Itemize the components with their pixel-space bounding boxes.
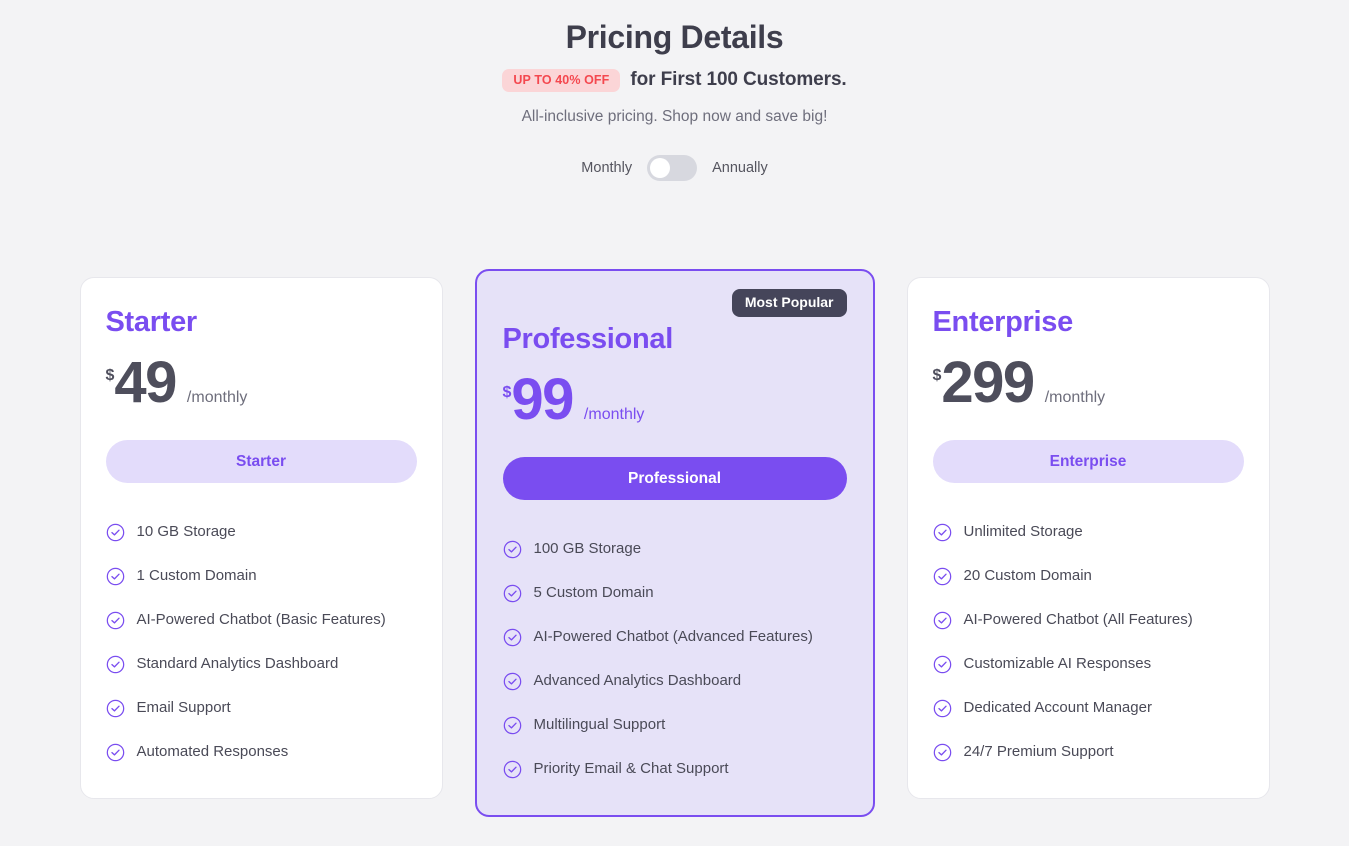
feature-label: 100 GB Storage (533, 540, 642, 557)
feature-item: Unlimited Storage (933, 510, 1244, 554)
feature-list: 10 GB Storage 1 Custom Domain AI-Powered C… (106, 510, 417, 774)
check-circle-icon (933, 699, 951, 717)
pricing-header: Pricing Details UP TO 40% OFF for First … (0, 0, 1349, 181)
most-popular-badge: Most Popular (731, 289, 847, 317)
feature-list: Unlimited Storage 20 Custom Domain AI-Powe… (933, 510, 1244, 774)
plan-name: Enterprise (932, 306, 1074, 338)
check-circle-icon (503, 628, 521, 646)
tagline: All-inclusive pricing. Shop now and save… (521, 108, 828, 125)
toggle-label-annually: Annually (712, 160, 768, 176)
feature-item: Standard Analytics Dashboard (106, 642, 417, 686)
plan-cta-button[interactable]: Starter (105, 440, 417, 483)
billing-period: /monthly (186, 389, 248, 406)
plan-name: Starter (105, 306, 198, 338)
discount-badge: UP TO 40% OFF (502, 68, 621, 92)
feature-item: 1 Custom Domain (106, 554, 417, 598)
subtitle-row: UP TO 40% OFF for First 100 Customers. (0, 68, 1349, 92)
check-circle-icon (503, 760, 521, 778)
currency-symbol: $ (502, 384, 512, 401)
feature-item: 5 Custom Domain (503, 571, 847, 615)
feature-item: Customizable AI Responses (933, 642, 1244, 686)
feature-label: Multilingual Support (533, 716, 666, 733)
plan-cta-button[interactable]: Enterprise (932, 440, 1244, 483)
currency-symbol: $ (932, 367, 942, 384)
feature-label: Email Support (136, 699, 231, 716)
feature-item: AI-Powered Chatbot (Basic Features) (106, 598, 417, 642)
check-circle-icon (933, 655, 951, 673)
feature-label: 24/7 Premium Support (963, 743, 1114, 760)
check-circle-icon (503, 584, 521, 602)
toggle-knob (650, 158, 671, 178)
feature-item: Priority Email & Chat Support (503, 747, 847, 791)
check-circle-icon (933, 523, 951, 541)
feature-item: AI-Powered Chatbot (Advanced Features) (503, 615, 847, 659)
pricing-card-enterprise: Enterprise $299/monthly Enterprise Unlimite… (906, 277, 1270, 799)
feature-item: Advanced Analytics Dashboard (503, 659, 847, 703)
feature-item: Dedicated Account Manager (933, 686, 1244, 730)
price-row: $49/monthly (106, 354, 417, 412)
feature-item: 10 GB Storage (106, 510, 417, 554)
feature-label: Unlimited Storage (963, 523, 1083, 540)
badge-wrap: Most Popular (503, 289, 847, 317)
check-circle-icon (106, 655, 124, 673)
feature-item: 20 Custom Domain (933, 554, 1244, 598)
billing-toggle-row: Monthly Annually (0, 155, 1349, 181)
check-circle-icon (933, 743, 951, 761)
check-circle-icon (106, 523, 124, 541)
check-circle-icon (933, 567, 951, 585)
billing-period: /monthly (583, 406, 645, 423)
feature-label: Customizable AI Responses (963, 655, 1152, 672)
toggle-label-monthly: Monthly (581, 160, 633, 176)
check-circle-icon (933, 611, 951, 629)
feature-label: 5 Custom Domain (533, 584, 654, 601)
plan-name: Professional (502, 323, 674, 355)
pricing-card-starter: Starter $49/monthly Starter 10 GB Storage 1 … (79, 277, 443, 799)
feature-label: AI-Powered Chatbot (Advanced Features) (533, 628, 813, 645)
feature-item: AI-Powered Chatbot (All Features) (933, 598, 1244, 642)
check-circle-icon (106, 699, 124, 717)
plan-cta-button[interactable]: Professional (502, 457, 847, 500)
feature-label: AI-Powered Chatbot (All Features) (963, 611, 1193, 628)
billing-period: /monthly (1044, 389, 1106, 406)
pricing-page: Pricing Details UP TO 40% OFF for First … (0, 0, 1349, 846)
pricing-cards: Starter $49/monthly Starter 10 GB Storage 1 … (0, 269, 1349, 817)
check-circle-icon (503, 716, 521, 734)
feature-label: Standard Analytics Dashboard (136, 655, 339, 672)
feature-item: Automated Responses (106, 730, 417, 774)
check-circle-icon (106, 743, 124, 761)
check-circle-icon (106, 611, 124, 629)
price-row: $299/monthly (933, 354, 1244, 412)
feature-label: 20 Custom Domain (963, 567, 1092, 584)
billing-toggle-switch[interactable] (647, 155, 698, 181)
check-circle-icon (503, 672, 521, 690)
feature-item: 100 GB Storage (503, 527, 847, 571)
feature-label: Dedicated Account Manager (963, 699, 1152, 716)
feature-list: 100 GB Storage 5 Custom Domain AI-Powered … (503, 527, 847, 791)
currency-symbol: $ (105, 367, 115, 384)
feature-label: Advanced Analytics Dashboard (533, 672, 742, 689)
price-amount: 299 (941, 350, 1035, 415)
check-circle-icon (503, 540, 521, 558)
price-row: $99/monthly (503, 371, 847, 429)
pricing-card-professional: Most Popular Professional $99/monthly Profe… (474, 269, 875, 817)
feature-label: Automated Responses (136, 743, 289, 760)
page-title: Pricing Details (565, 19, 784, 55)
feature-label: AI-Powered Chatbot (Basic Features) (136, 611, 386, 628)
feature-label: 10 GB Storage (136, 523, 236, 540)
price-amount: 49 (114, 350, 177, 415)
subtitle-text: for First 100 Customers. (630, 69, 847, 90)
feature-item: Email Support (106, 686, 417, 730)
check-circle-icon (106, 567, 124, 585)
feature-label: 1 Custom Domain (136, 567, 257, 584)
feature-item: 24/7 Premium Support (933, 730, 1244, 774)
feature-item: Multilingual Support (503, 703, 847, 747)
feature-label: Priority Email & Chat Support (533, 760, 729, 777)
price-amount: 99 (511, 367, 574, 432)
